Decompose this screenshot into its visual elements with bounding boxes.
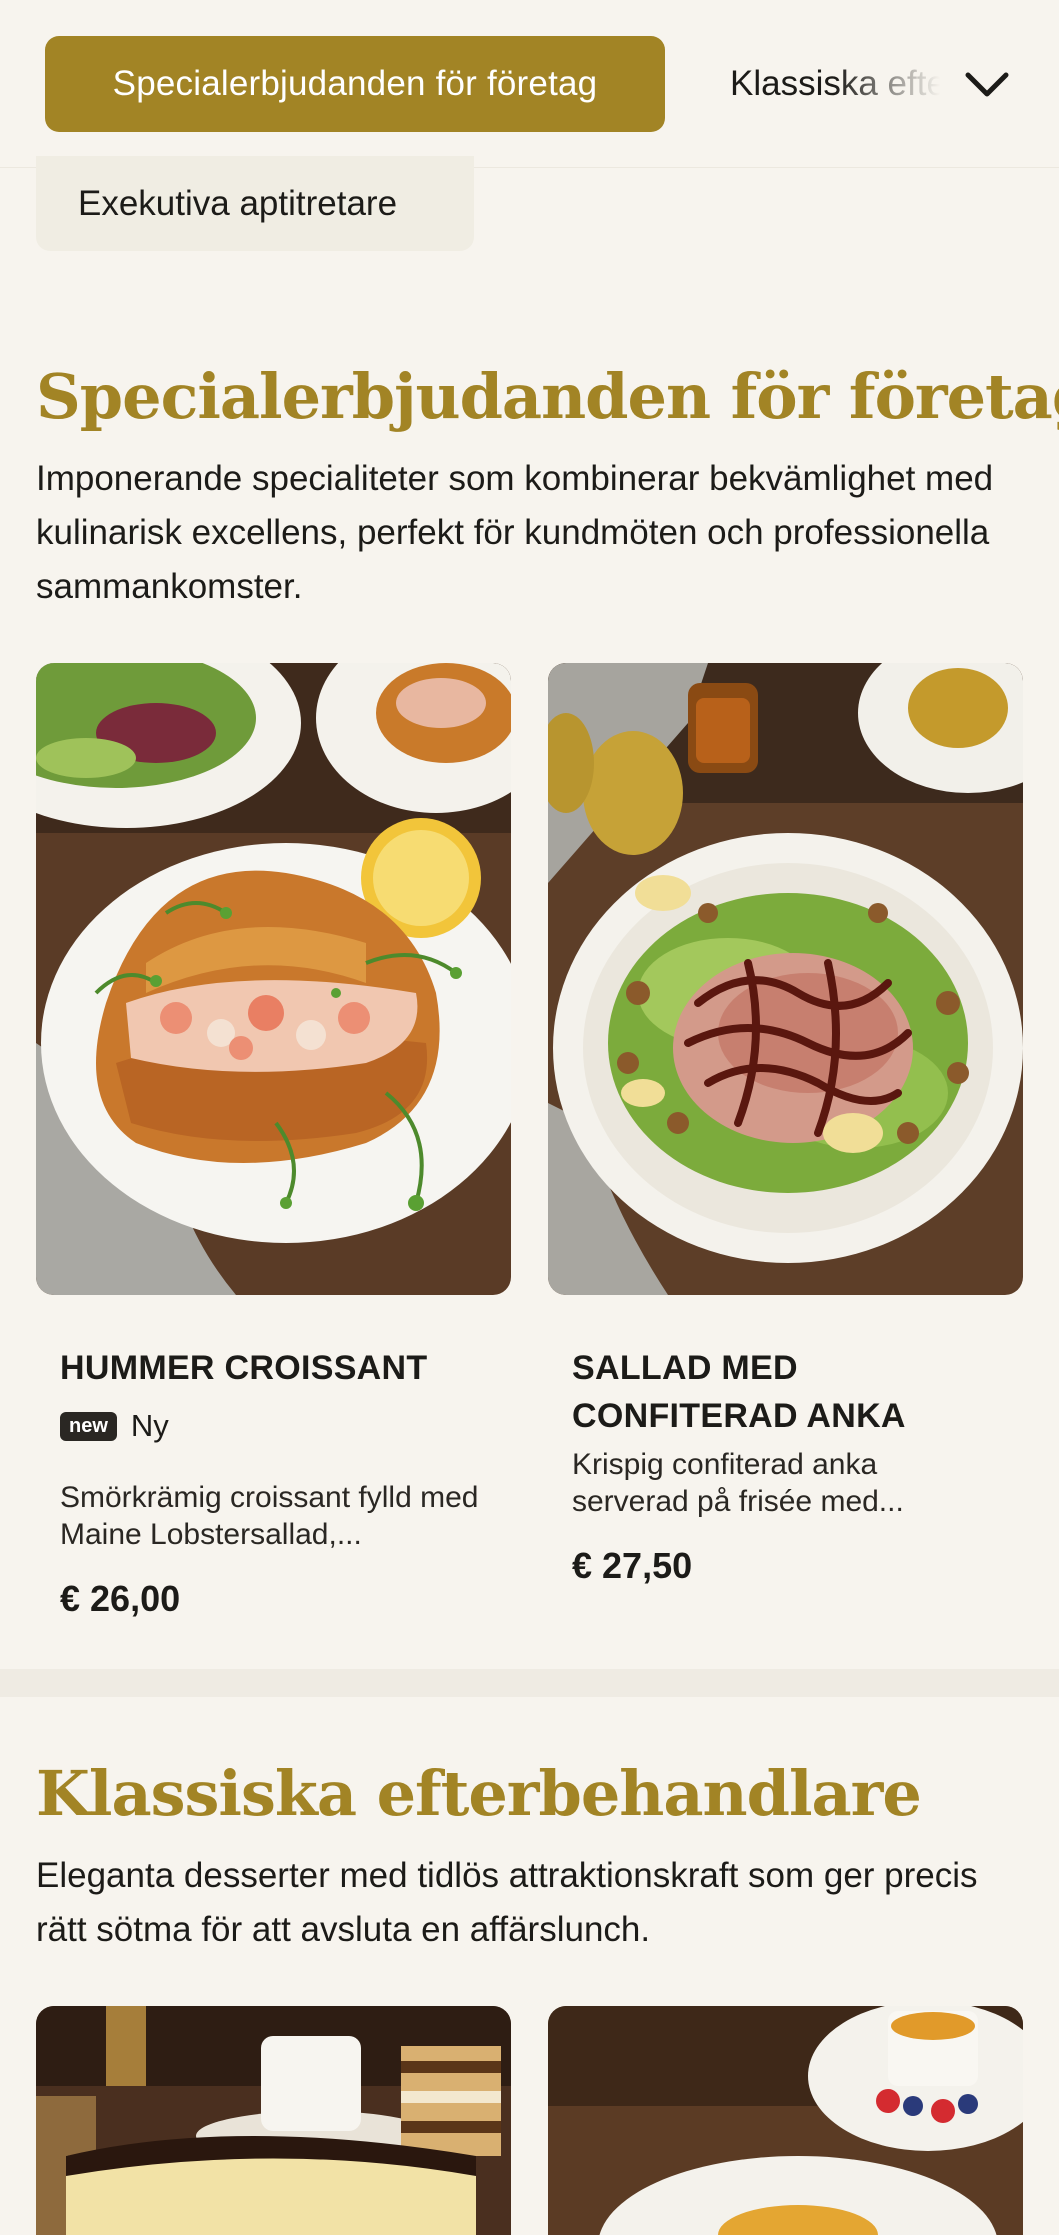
section-title-corporate: Specialerbjudanden för företag: [36, 360, 1059, 433]
status-badge: new: [60, 1411, 117, 1441]
badge-label: Ny: [130, 1408, 169, 1443]
product-price-duck-salad: € 27,50: [572, 1545, 693, 1586]
chevron-down-icon[interactable]: [962, 60, 1012, 110]
category-tab-active[interactable]: Specialerbjudanden för företag: [45, 36, 665, 132]
product-price-lobster-croissant: € 26,00: [60, 1578, 181, 1619]
category-tab-previous[interactable]: Exekutiva aptitretare: [36, 156, 474, 251]
product-description-lobster-croissant: Smörkrämig croissant fylld med Maine Lob…: [60, 1481, 479, 1551]
product-image-lobster-croissant[interactable]: [36, 663, 511, 1295]
product-image-dessert-cake[interactable]: [36, 2006, 511, 2235]
section-divider: [0, 1669, 1059, 1697]
product-image-duck-salad[interactable]: [548, 663, 1023, 1295]
category-nav: Specialerbjudanden för företag Klassiska…: [0, 0, 1059, 168]
product-description-duck-salad: Krispig confiterad anka serverad på fris…: [572, 1448, 904, 1518]
category-tab-next[interactable]: Klassiska efterbehandlare: [730, 56, 940, 112]
section-title-desserts: Klassiska efterbehandlare: [36, 1757, 922, 1830]
section-description-desserts: Eleganta desserter med tidlös attraktion…: [36, 1856, 978, 1949]
section-description-corporate: Imponerande specialiteter som kombinerar…: [36, 459, 994, 606]
product-image-dessert-creme[interactable]: [548, 2006, 1023, 2235]
product-name-lobster-croissant[interactable]: HUMMER CROISSANT: [60, 1344, 490, 1392]
product-name-duck-salad[interactable]: SALLAD MED CONFITERAD ANKA: [572, 1344, 1002, 1440]
new-badge-row: new Ny: [60, 1408, 169, 1444]
